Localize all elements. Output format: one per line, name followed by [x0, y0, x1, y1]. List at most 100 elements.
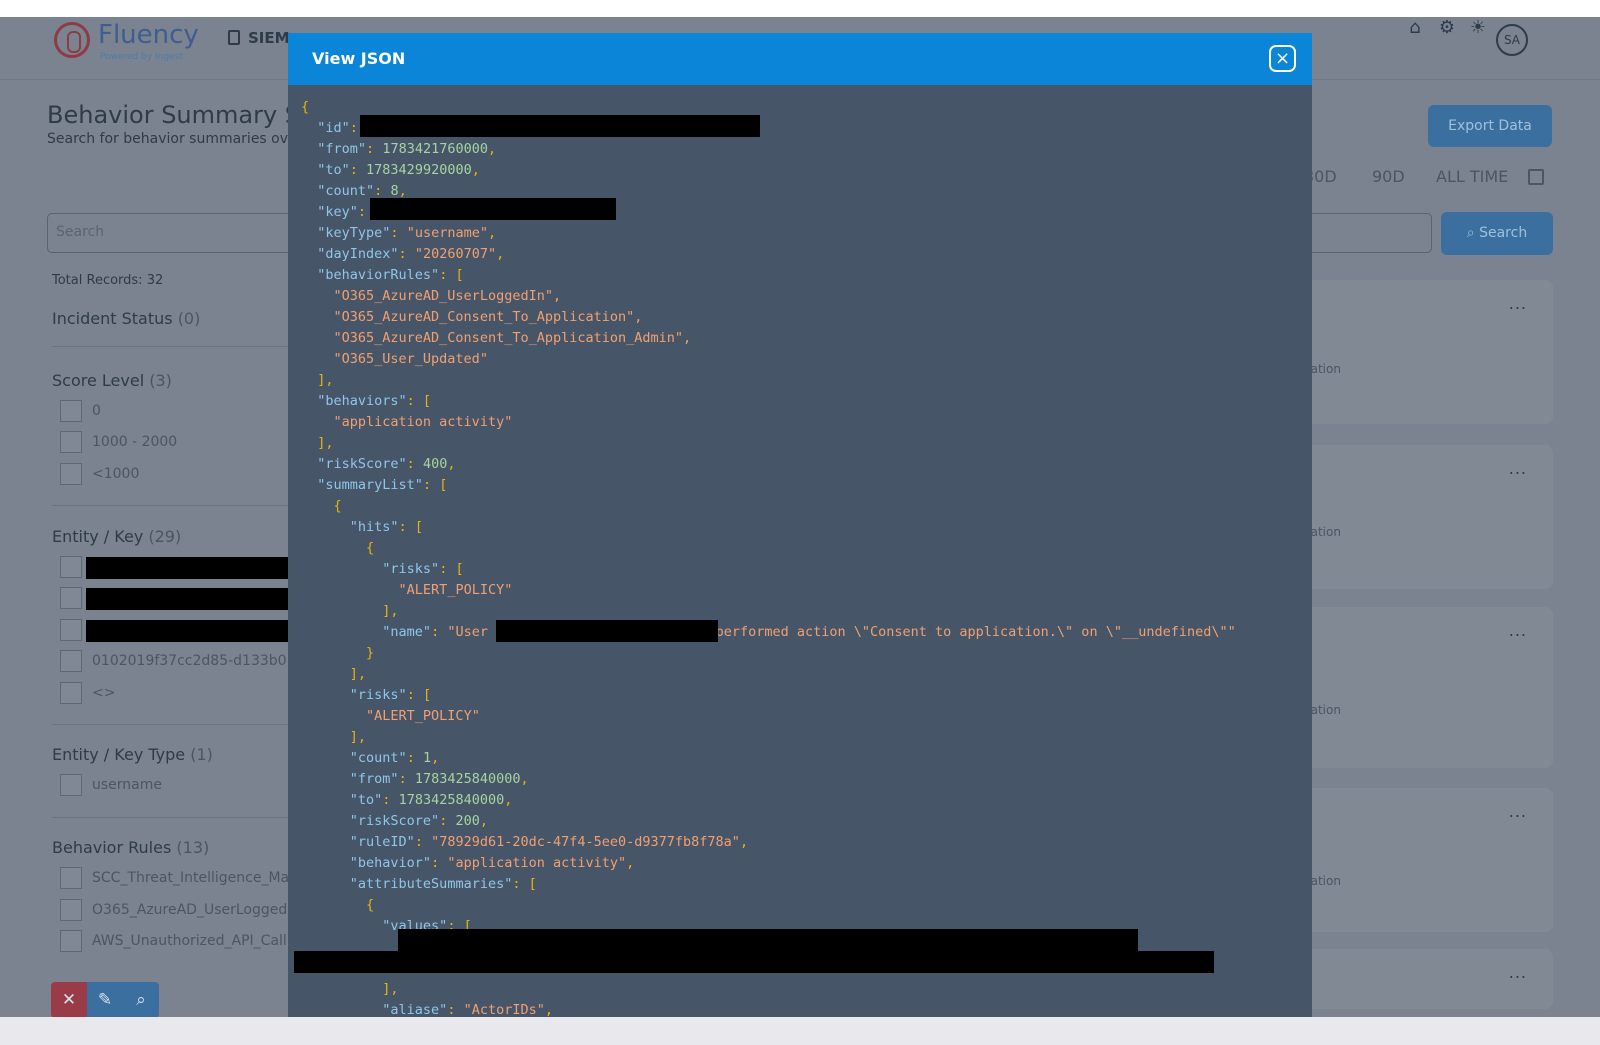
nav-siem[interactable]: SIEM — [228, 29, 290, 47]
checkbox[interactable] — [60, 899, 82, 921]
sun-icon[interactable]: ☀ — [1467, 17, 1489, 39]
range-90d[interactable]: 90D — [1372, 167, 1405, 186]
more-icon[interactable]: ... — [1509, 459, 1527, 478]
option-label: O365_AzureAD_UserLogged — [92, 902, 288, 918]
checkbox[interactable] — [60, 463, 82, 485]
browser-top-strip — [0, 0, 1600, 17]
json-value: "20260707" — [414, 246, 497, 262]
option-label: AWS_Unauthorized_API_Call — [92, 933, 287, 949]
calendar-icon[interactable] — [1528, 169, 1544, 185]
json-value: "username" — [406, 225, 488, 241]
more-icon[interactable]: ... — [1509, 802, 1527, 821]
page-subtitle: Search for behavior summaries ov — [47, 131, 289, 147]
json-value: "O365_AzureAD_Consent_To_Application_Adm… — [333, 330, 692, 346]
json-value: "ALERT_POLICY" — [398, 582, 513, 598]
json-value: "application activity" — [447, 855, 627, 871]
document-search-icon — [228, 30, 240, 45]
facet-title: Behavior Rules — [52, 838, 172, 857]
redacted-values — [294, 951, 1214, 973]
checkbox[interactable] — [60, 774, 82, 796]
facet-behavior-rules[interactable]: Behavior Rules (13) — [52, 838, 209, 857]
json-value: 200 — [455, 813, 480, 829]
json-value: "O365_AzureAD_Consent_To_Application", — [333, 309, 643, 325]
facet-score-level[interactable]: Score Level (3) — [52, 371, 172, 390]
json-value: 1783425840000 — [414, 771, 521, 787]
redacted-value — [86, 620, 296, 642]
search-icon: ⌕ — [1466, 225, 1480, 241]
range-all-time[interactable]: ALL TIME — [1436, 167, 1508, 186]
checkbox[interactable] — [60, 867, 82, 889]
facet-count: (3) — [149, 371, 172, 390]
search-icon[interactable]: ⌕ — [123, 982, 159, 1018]
fluency-logo[interactable]: Fluency Powered by Ingest — [54, 20, 199, 64]
avatar[interactable]: SA — [1496, 24, 1528, 56]
facet-incident-status[interactable]: Incident Status (0) — [52, 309, 200, 328]
modal-title: View JSON — [312, 49, 406, 68]
more-icon[interactable]: ... — [1509, 621, 1527, 640]
json-value: "ActorIDs" — [463, 1002, 545, 1018]
more-icon[interactable]: ... — [1509, 294, 1527, 313]
summary-card[interactable]: ... cation — [1290, 788, 1553, 932]
facet-count: (1) — [190, 745, 213, 764]
option-label: <1000 — [92, 466, 140, 482]
json-value: "78929d61-20dc-47f4-5ee0-d9377fb8f78a" — [431, 834, 740, 850]
divider — [52, 346, 292, 347]
json-value: 1783429920000 — [366, 162, 472, 178]
redacted-user — [496, 620, 718, 642]
search-button-label: Search — [1479, 225, 1528, 241]
checkbox[interactable] — [60, 431, 82, 453]
option-label: username — [92, 777, 162, 793]
summary-card[interactable]: ... — [1290, 949, 1553, 1009]
nav-siem-label: SIEM — [248, 29, 290, 47]
json-viewer: { "id": "from": 1783421760000, "to": 178… — [301, 99, 1236, 1018]
summary-card[interactable]: ... cation — [1290, 280, 1553, 424]
summary-card[interactable]: ... cation — [1290, 607, 1553, 768]
facet-title: Entity / Key — [52, 527, 144, 546]
json-value: 1783425840000 — [398, 792, 505, 808]
facet-title: Entity / Key Type — [52, 745, 186, 764]
checkbox[interactable] — [60, 587, 82, 609]
redacted-value — [86, 557, 296, 579]
close-icon[interactable]: ✕ — [51, 982, 87, 1018]
edit-icon[interactable]: ✎ — [87, 982, 123, 1018]
checkbox[interactable] — [60, 930, 82, 952]
summary-card[interactable]: ... cation — [1290, 445, 1553, 589]
checkbox[interactable] — [60, 650, 82, 672]
facet-entity-key[interactable]: Entity / Key (29) — [52, 527, 181, 546]
total-records: Total Records: 32 — [52, 273, 164, 288]
facet-count: (13) — [176, 838, 210, 857]
redacted-values — [398, 929, 1138, 951]
redacted-id — [360, 115, 760, 137]
json-value: 1 — [422, 750, 432, 766]
export-data-button[interactable]: Export Data — [1428, 105, 1552, 147]
gear-icon[interactable]: ⚙ — [1436, 17, 1458, 39]
action-toolbar: ✕ ✎ ⌕ — [51, 982, 161, 1018]
json-value: performed action \"Consent to applicatio… — [707, 624, 1236, 640]
json-value: 8 — [390, 183, 399, 199]
checkbox[interactable] — [60, 400, 82, 422]
option-label: 1000 - 2000 — [92, 434, 178, 450]
more-icon[interactable]: ... — [1509, 963, 1527, 982]
facet-title: Incident Status — [52, 309, 173, 328]
json-value: 400 — [422, 456, 448, 472]
option-label: SCC_Threat_Intelligence_Ma — [92, 870, 290, 886]
redacted-key — [370, 198, 616, 220]
divider — [52, 724, 292, 725]
redacted-value — [86, 588, 296, 610]
close-icon[interactable]: × — [1269, 45, 1296, 72]
facet-title: Score Level — [52, 371, 145, 390]
facet-count: (0) — [177, 309, 201, 328]
checkbox[interactable] — [60, 619, 82, 641]
checkbox[interactable] — [60, 556, 82, 578]
json-value: "application activity" — [333, 414, 513, 430]
facet-entity-key-type[interactable]: Entity / Key Type (1) — [52, 745, 213, 764]
home-icon[interactable]: ⌂ — [1404, 17, 1426, 39]
option-label: 0 — [92, 403, 101, 419]
json-value: 1783421760000 — [382, 141, 488, 157]
search-button[interactable]: ⌕ Search — [1441, 212, 1553, 255]
modal-header: View JSON × — [288, 33, 1312, 85]
checkbox[interactable] — [60, 682, 82, 704]
json-value: "O365_User_Updated" — [333, 351, 488, 367]
divider — [52, 817, 292, 818]
divider — [52, 505, 292, 506]
